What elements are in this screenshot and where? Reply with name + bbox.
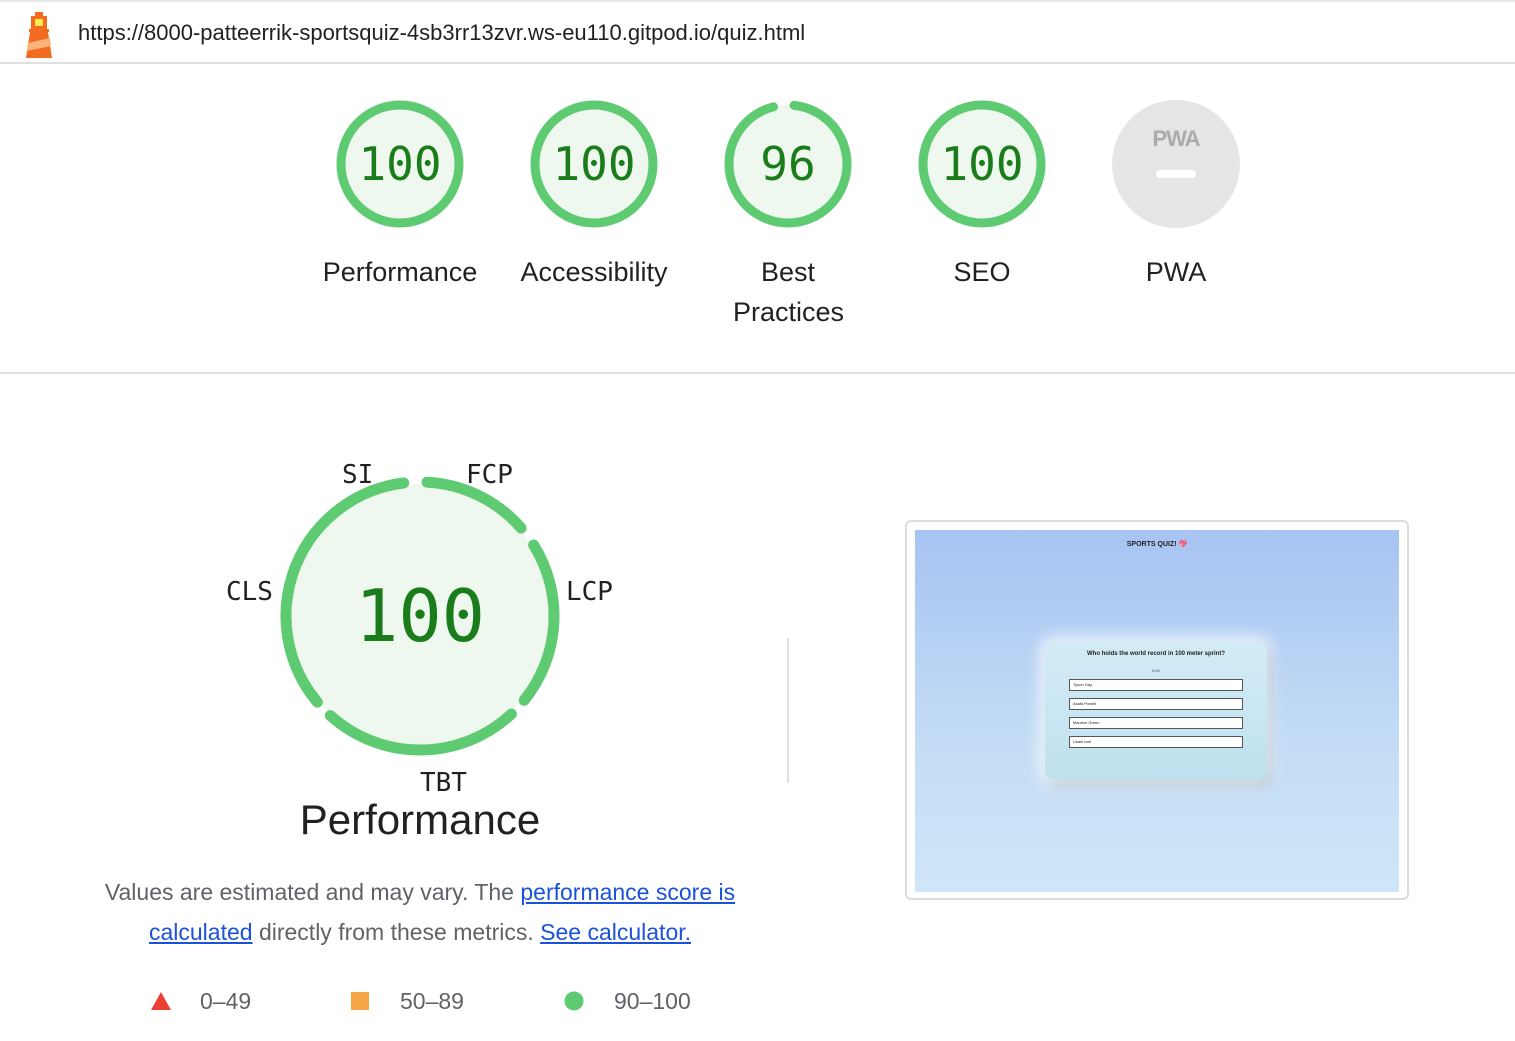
quiz-answer: Tyson Gay <box>1069 679 1243 691</box>
gauge-score: 100 <box>358 137 442 191</box>
quiz-answer: Usain bolt <box>1069 736 1243 748</box>
performance-description: Values are estimated and may vary. The p… <box>90 872 750 952</box>
not-applicable-dash <box>1156 170 1196 178</box>
gauge-label: Performance <box>322 257 478 287</box>
metric-fcp: FCP <box>466 460 513 490</box>
quiz-card: Who holds the world record in 100 meter … <box>1045 642 1267 780</box>
desc-text: directly from these metrics. <box>252 919 541 945</box>
score-gauges: 100 Performance 100 Accessibility 96 Bes… <box>0 66 1515 374</box>
gauge-label: Accessibility <box>520 257 668 287</box>
quiz-answer: Asafa Powell <box>1069 698 1243 710</box>
page-url-link[interactable]: https://8000-patteerrik-sportsquiz-4sb3r… <box>78 20 805 46</box>
screenshot-heading: SPORTS QUIZ! 💖 <box>1126 541 1188 548</box>
gauge-score: 96 <box>760 137 816 191</box>
screenshot-image: SPORTS QUIZ! 💖 Who holds the world recor… <box>915 530 1399 892</box>
legend-range: 0–49 <box>200 988 252 1014</box>
square-icon <box>351 992 369 1010</box>
metric-lcp: LCP <box>566 577 613 607</box>
gauge-label: Best Practices <box>733 257 845 327</box>
metric-cls: CLS <box>226 577 273 607</box>
lighthouse-icon <box>26 12 52 58</box>
section-divider <box>787 638 789 783</box>
legend-range: 50–89 <box>400 988 464 1014</box>
desc-text: Values are estimated and may vary. The <box>104 879 521 905</box>
quiz-timer: 0:00 <box>1152 668 1160 673</box>
pwa-icon: PWA <box>1152 126 1200 151</box>
performance-title: Performance <box>299 796 541 843</box>
gauge-label: PWA <box>1145 257 1207 287</box>
metric-si: SI <box>342 460 374 490</box>
pwa-badge: PWA <box>1112 100 1240 228</box>
performance-gauge: 100 SI FCP LCP TBT CLS <box>200 446 640 806</box>
score-legend: 0–49 50–89 90–100 <box>140 986 740 1016</box>
metric-tbt: TBT <box>420 768 467 798</box>
final-screenshot[interactable]: SPORTS QUIZ! 💖 Who holds the world recor… <box>905 520 1409 900</box>
performance-section: 100 SI FCP LCP TBT CLS Performance Value… <box>0 376 1515 1041</box>
see-calculator-link[interactable]: See calculator. <box>540 919 691 945</box>
triangle-icon <box>151 992 171 1010</box>
circle-icon <box>564 991 584 1011</box>
gauge-score: 100 <box>552 137 636 191</box>
performance-score: 100 <box>354 574 486 658</box>
gauge-score: 100 <box>940 137 1024 191</box>
legend-range: 90–100 <box>614 988 691 1014</box>
quiz-answer: Maurice Green <box>1069 717 1243 729</box>
quiz-question: Who holds the world record in 100 meter … <box>1086 651 1226 657</box>
report-header: https://8000-patteerrik-sportsquiz-4sb3r… <box>0 0 1515 64</box>
gauge-label: SEO <box>953 257 1011 287</box>
